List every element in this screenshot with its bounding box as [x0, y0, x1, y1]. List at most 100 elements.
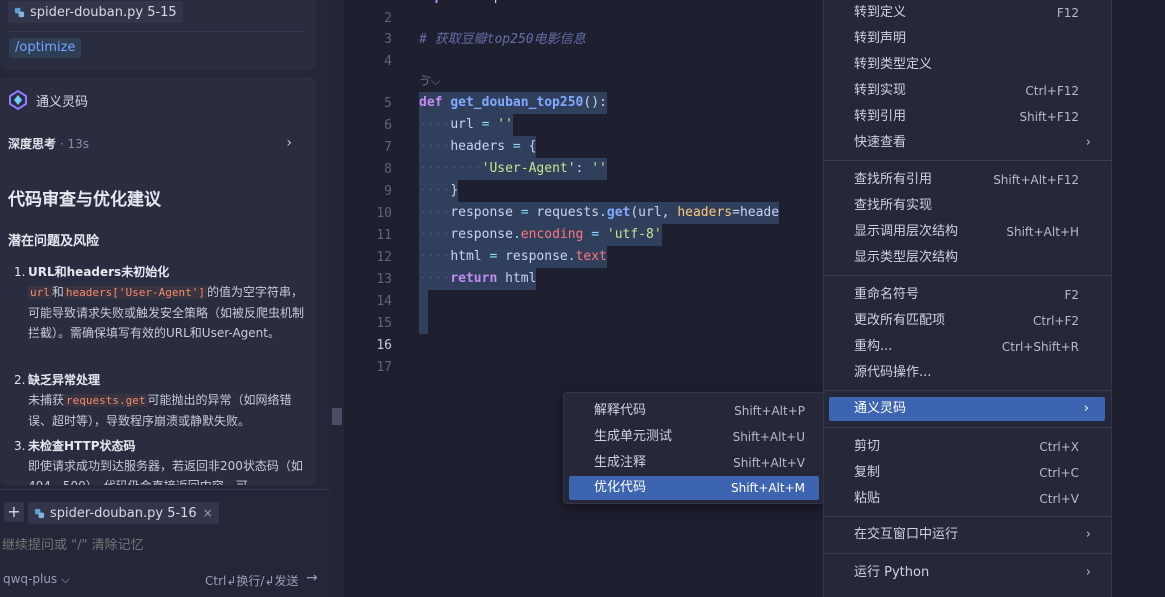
code-token: =heade — [732, 205, 780, 220]
editor-right-edge — [1112, 0, 1165, 597]
code-token: = — [583, 227, 607, 242]
line-number: 9 — [384, 184, 392, 199]
menu-item-label: 转到引用 — [854, 109, 907, 124]
line-number: 4 — [384, 54, 392, 69]
menu-item-change-all-occurrences[interactable]: 更改所有匹配项 Ctrl+F2 — [824, 309, 1113, 333]
item-title: 未检查HTTP状态码 — [28, 439, 136, 453]
menu-item-label: 转到声明 — [854, 31, 907, 46]
menu-item-peek[interactable]: 快速查看 › — [824, 131, 1113, 155]
menu-item-shortcut: Ctrl+F12 — [1025, 84, 1079, 98]
add-context-button[interactable]: + — [4, 502, 24, 522]
menu-item-source-action[interactable]: 源代码操作... — [824, 361, 1113, 385]
code-token: text — [575, 249, 607, 264]
menu-item-shortcut: F2 — [1064, 288, 1079, 302]
menu-item-shortcut: Ctrl+C — [1039, 466, 1079, 480]
send-icon[interactable]: → — [306, 570, 318, 586]
gutter-marker — [332, 408, 342, 425]
menu-item-go-to-definition[interactable]: 转到定义 F12 — [824, 1, 1113, 25]
menu-item-label: 剪切 — [854, 439, 881, 454]
chevron-right-icon: › — [1085, 527, 1091, 542]
menu-item-go-to-declaration[interactable]: 转到声明 — [824, 27, 1113, 51]
code-line: ····url = '' — [419, 114, 513, 136]
inline-code: requests.get — [64, 394, 148, 407]
menu-item-rename-symbol[interactable]: 重命名符号 F2 — [824, 283, 1113, 307]
file-chip[interactable]: spider-douban.py 5-16 × — [28, 502, 219, 524]
item-text: 即使请求成功到达服务器，若返回非200状态码（如404、500），代码仍会直接返… — [28, 459, 303, 485]
code-token: return — [450, 271, 498, 286]
menu-item-label: 解释代码 — [594, 403, 647, 418]
menu-item-shortcut: Shift+Alt+P — [734, 404, 805, 418]
menu-item-optimize-code[interactable]: 优化代码 Shift+Alt+M — [569, 476, 819, 500]
code-token: response — [505, 249, 568, 264]
item-title: 缺乏异常处理 — [28, 373, 101, 387]
line-number: 8 — [384, 162, 392, 177]
menu-item-show-call-hierarchy[interactable]: 显示调用层次结构 Shift+Alt+H — [824, 220, 1113, 244]
menu-item-label: 转到实现 — [854, 83, 907, 98]
menu-item-label: 重命名符号 — [854, 287, 920, 302]
line-number: 6 — [384, 118, 392, 133]
code-token: get_douban_top250 — [450, 95, 584, 110]
menu-item-label: 转到定义 — [854, 5, 907, 20]
menu-item-paste[interactable]: 粘贴 Ctrl+V — [824, 487, 1113, 511]
file-chip-label: spider-douban.py 5-16 — [50, 505, 197, 521]
menu-item-shortcut: Shift+Alt+F12 — [993, 173, 1079, 187]
code-comment: # 获取豆瓣top250电影信息 — [419, 32, 586, 47]
thinking-time: · 13s — [56, 137, 89, 151]
line-number-active: 16 — [376, 338, 392, 353]
agent-name: 通义灵码 — [36, 95, 89, 110]
menu-item-run-in-interactive-window[interactable]: 在交互窗口中运行 › — [824, 523, 1113, 547]
code-token: = — [481, 249, 506, 264]
menu-item-find-all-references[interactable]: 查找所有引用 Shift+Alt+F12 — [824, 168, 1113, 192]
menu-item-label: 优化代码 — [594, 480, 647, 495]
menu-item-show-type-hierarchy[interactable]: 显示类型层次结构 — [824, 246, 1113, 270]
menu-item-go-to-type-definition[interactable]: 转到类型定义 — [824, 53, 1113, 77]
list-item: 1. URL和headers未初始化 url 和 headers['User-Agen… — [14, 262, 306, 343]
thinking-label: 深度思考 — [8, 137, 57, 151]
item-number: 2. — [14, 373, 26, 387]
inline-code: headers['User-Agent'] — [63, 286, 207, 299]
menu-item-copy[interactable]: 复制 Ctrl+C — [824, 461, 1113, 485]
file-chip[interactable]: spider-douban.py 5-15 — [8, 1, 183, 23]
context-menu: 转到定义 F12 转到声明 转到类型定义 转到实现 Ctrl+F12 转到引用 Shi… — [823, 0, 1113, 597]
code-token: '' — [497, 117, 513, 132]
chevron-right-icon: › — [1083, 401, 1089, 416]
menu-item-find-all-implementations[interactable]: 查找所有实现 — [824, 194, 1113, 218]
code-token: . — [512, 227, 521, 242]
chat-input-box: + spider-douban.py 5-16 × qwq-plus ⌵ Ctr… — [0, 489, 330, 597]
code-token: get — [606, 205, 631, 220]
code-token: url — [450, 117, 474, 132]
menu-item-go-to-implementation[interactable]: 转到实现 Ctrl+F12 — [824, 79, 1113, 103]
line-number: 7 — [384, 140, 392, 155]
menu-separator — [824, 390, 1113, 391]
menu-separator — [824, 427, 1113, 428]
menu-item-run-python[interactable]: 运行 Python › — [824, 561, 1113, 585]
menu-item-refactor[interactable]: 重构... Ctrl+Shift+R — [824, 335, 1113, 359]
command-tag: /optimize — [9, 38, 82, 58]
list-item: 3.未检查HTTP状态码 即使请求成功到达服务器，若返回非200状态码（如404… — [14, 436, 306, 485]
code-token: . — [599, 205, 607, 220]
code-token: 'User-Agent' — [481, 161, 576, 176]
item-number: 3. — [14, 439, 26, 453]
menu-separator — [824, 160, 1113, 161]
code-line: ····} — [419, 180, 459, 202]
menu-item-go-to-references[interactable]: 转到引用 Shift+F12 — [824, 105, 1113, 129]
code-token: def — [419, 95, 443, 110]
code-token: import — [419, 0, 466, 4]
line-number: 15 — [376, 316, 392, 331]
menu-item-explain-code[interactable]: 解释代码 Shift+Alt+P — [569, 399, 819, 423]
menu-item-cut[interactable]: 剪切 Ctrl+X — [824, 435, 1113, 459]
menu-separator — [824, 275, 1113, 276]
tongyi-logo-icon — [9, 90, 27, 110]
menu-item-generate-comment[interactable]: 生成注释 Shift+Alt+V — [569, 451, 819, 475]
menu-item-tongyi-lingma[interactable]: 通义灵码 › — [829, 397, 1105, 421]
chat-panel: spider-douban.py 5-15 /optimize 通义灵码 深度思… — [0, 0, 330, 597]
code-token: response — [450, 205, 513, 220]
line-number: 5 — [384, 96, 392, 111]
prompt-input[interactable] — [2, 538, 302, 553]
fold-icon[interactable]: ゔ⌵ — [419, 72, 440, 89]
menu-item-generate-unit-test[interactable]: 生成单元测试 Shift+Alt+U — [569, 425, 819, 449]
close-icon[interactable]: × — [203, 506, 213, 520]
answer-title: 代码审查与优化建议 — [8, 190, 161, 210]
model-select[interactable]: qwq-plus ⌵ — [3, 572, 70, 587]
thinking-toggle[interactable]: 深度思考 · 13s › — [8, 135, 298, 155]
